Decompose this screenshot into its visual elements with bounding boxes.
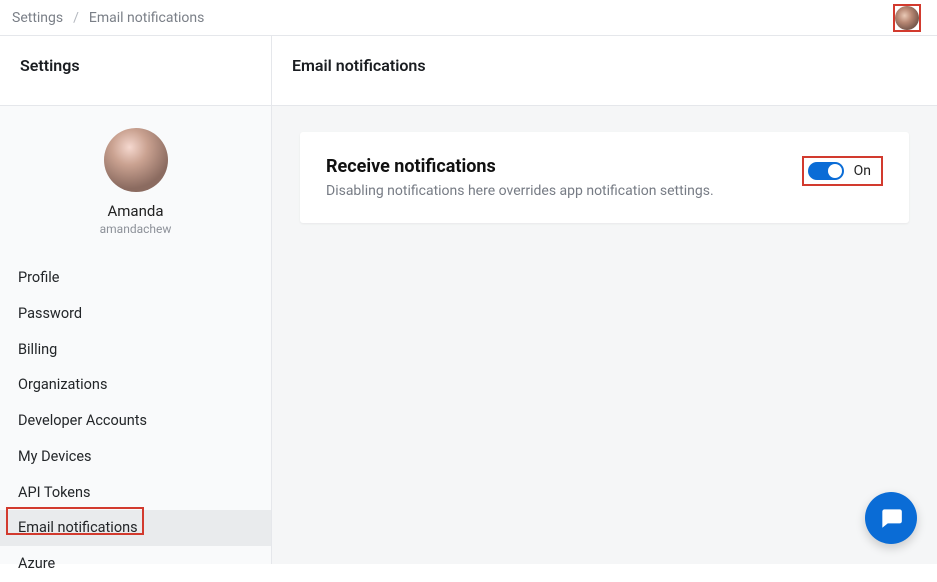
topbar: Settings / Email notifications: [0, 0, 937, 36]
sidebar-nav: Profile Password Billing Organizations D…: [0, 260, 271, 582]
sidebar-item-organizations[interactable]: Organizations: [0, 367, 271, 403]
user-avatar-icon[interactable]: [895, 6, 919, 30]
chat-bubble-icon: [878, 505, 904, 531]
breadcrumb-root[interactable]: Settings: [12, 10, 63, 26]
user-username: amandachew: [100, 222, 172, 236]
sidebar-user-card: Amanda amandachew: [0, 106, 271, 260]
help-chat-button[interactable]: [865, 492, 917, 544]
content-body: Receive notifications Disabling notifica…: [272, 106, 937, 249]
breadcrumb: Settings / Email notifications: [12, 10, 204, 26]
sidebar-item-password[interactable]: Password: [0, 296, 271, 332]
page-title: Email notifications: [272, 36, 937, 106]
sidebar-item-api-tokens[interactable]: API Tokens: [0, 475, 271, 511]
breadcrumb-separator: /: [73, 10, 79, 26]
card-title: Receive notifications: [326, 156, 714, 177]
settings-sidebar: Settings Amanda amandachew Profile Passw…: [0, 36, 272, 564]
sidebar-item-my-devices[interactable]: My Devices: [0, 439, 271, 475]
receive-notifications-card: Receive notifications Disabling notifica…: [300, 132, 909, 223]
content-area: Email notifications Receive notification…: [272, 36, 937, 564]
toggle-knob-icon: [828, 164, 842, 178]
main-layout: Settings Amanda amandachew Profile Passw…: [0, 36, 937, 564]
card-description: Disabling notifications here overrides a…: [326, 183, 714, 199]
sidebar-item-email-notifications[interactable]: Email notifications: [0, 510, 271, 546]
highlight-toggle-box: On: [802, 156, 883, 186]
sidebar-item-developer-accounts[interactable]: Developer Accounts: [0, 403, 271, 439]
sidebar-item-billing[interactable]: Billing: [0, 332, 271, 368]
user-display-name: Amanda: [107, 202, 163, 220]
card-text-block: Receive notifications Disabling notifica…: [326, 156, 714, 199]
user-avatar-icon[interactable]: [104, 128, 168, 192]
sidebar-item-profile[interactable]: Profile: [0, 260, 271, 296]
toggle-state-label: On: [854, 163, 871, 179]
highlight-avatar-box: [893, 4, 921, 32]
receive-notifications-toggle[interactable]: [808, 162, 844, 180]
breadcrumb-current: Email notifications: [89, 10, 204, 26]
sidebar-title: Settings: [0, 36, 271, 106]
